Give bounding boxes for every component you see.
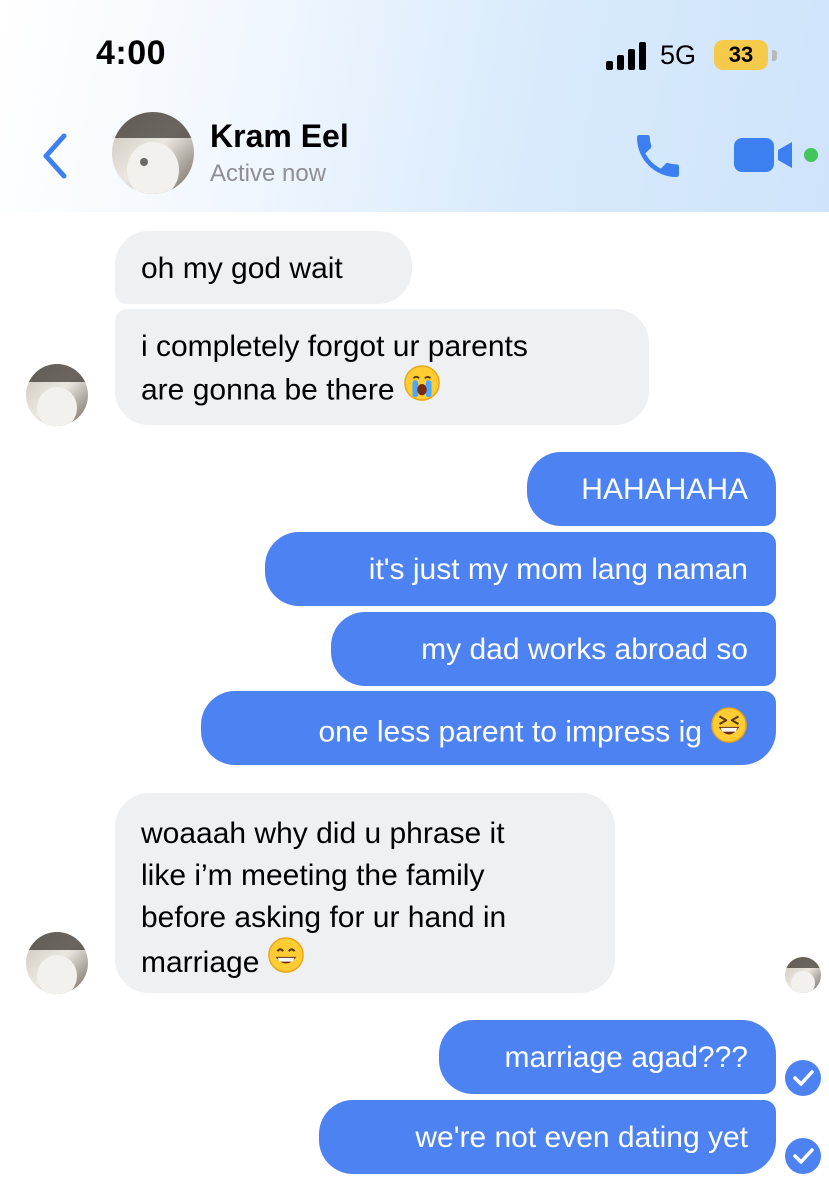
message-text: are gonna be there: [141, 373, 395, 407]
back-button[interactable]: [38, 132, 74, 180]
message-text: one less parent to impress ig: [318, 715, 702, 749]
chevron-left-icon: [43, 133, 67, 179]
contact-avatar[interactable]: [112, 112, 194, 194]
status-time: 4:00: [96, 34, 167, 72]
online-status-dot: [804, 148, 818, 162]
sender-avatar[interactable]: [26, 932, 88, 994]
sender-avatar[interactable]: [26, 364, 88, 426]
message-bubble-incoming[interactable]: oh my god wait: [115, 231, 412, 304]
phone-icon: [637, 135, 679, 177]
message-bubble-outgoing[interactable]: my dad works abroad so: [331, 612, 776, 686]
seen-by-avatar: [785, 957, 821, 993]
message-bubble-incoming[interactable]: i completely forgot ur parents are gonna…: [115, 309, 649, 425]
video-camera-icon: [734, 138, 792, 172]
message-text: HAHAHAHA: [581, 473, 748, 506]
battery-level: 33: [714, 40, 768, 70]
chat-header: 4:00 5G 33 Kram Eel Active now: [0, 0, 829, 212]
loudly-crying-face-icon: [403, 364, 441, 413]
message-text: i completely forgot ur parents: [141, 330, 528, 363]
message-bubble-outgoing[interactable]: HAHAHAHA: [527, 452, 776, 526]
signal-strength-icon: [606, 42, 650, 70]
message-text: marriage agad???: [504, 1041, 748, 1074]
video-call-button[interactable]: [732, 134, 794, 176]
message-text: like i’m meeting the family: [141, 859, 485, 892]
message-bubble-outgoing[interactable]: it's just my mom lang naman: [265, 532, 776, 606]
message-bubble-outgoing[interactable]: we're not even dating yet: [319, 1100, 776, 1174]
battery-cap: [772, 50, 777, 61]
read-receipt-icon: [785, 1060, 821, 1096]
grinning-squinting-face-icon: [710, 706, 748, 755]
read-receipt-icon: [785, 1138, 821, 1174]
message-bubble-incoming[interactable]: woaaah why did u phrase it like i’m meet…: [115, 793, 615, 993]
message-text: we're not even dating yet: [415, 1121, 748, 1154]
message-bubble-outgoing[interactable]: marriage agad???: [439, 1020, 776, 1094]
call-button[interactable]: [630, 128, 686, 184]
grinning-face-with-smiling-eyes-icon: [267, 936, 305, 986]
message-text: it's just my mom lang naman: [368, 553, 748, 586]
contact-name[interactable]: Kram Eel: [210, 118, 349, 155]
message-text: oh my god wait: [141, 252, 343, 285]
message-text: my dad works abroad so: [421, 633, 748, 666]
contact-status: Active now: [210, 160, 327, 187]
network-type: 5G: [660, 40, 697, 70]
message-bubble-outgoing[interactable]: one less parent to impress ig: [201, 691, 776, 765]
message-text: marriage: [141, 945, 260, 979]
message-text: woaaah why did u phrase it: [141, 817, 505, 850]
message-text: before asking for ur hand in: [141, 901, 507, 934]
